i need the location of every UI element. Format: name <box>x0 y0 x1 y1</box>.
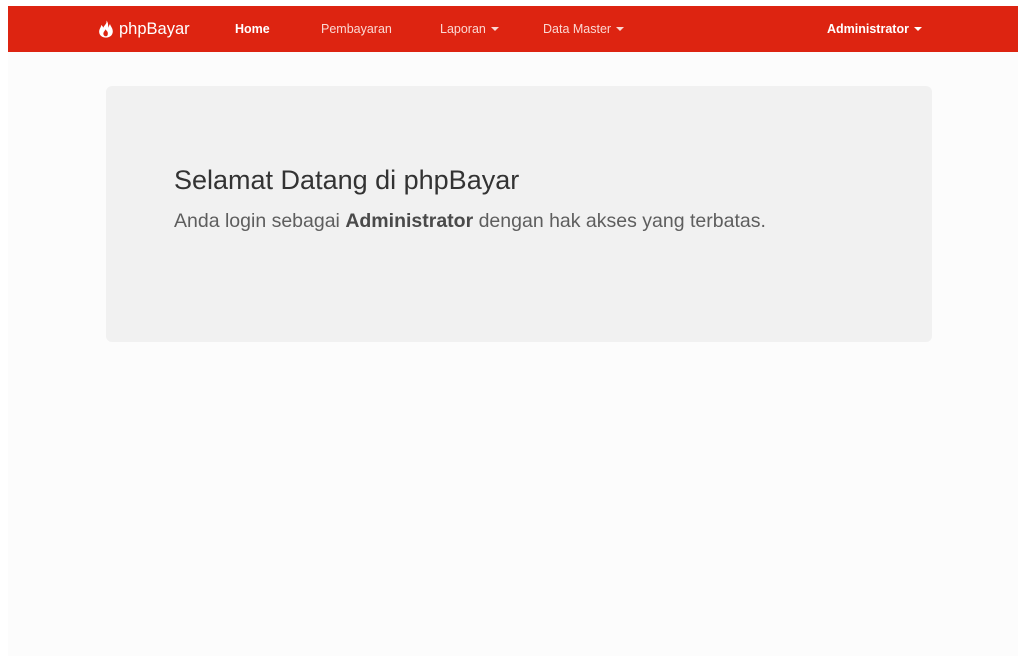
nav-laporan-label: Laporan <box>440 22 486 36</box>
caret-down-icon <box>913 27 922 31</box>
fire-icon <box>98 20 114 38</box>
welcome-message-prefix: Anda login sebagai <box>174 210 346 232</box>
app-frame: phpBayar Home Pembayaran Laporan Data Ma… <box>8 6 1018 656</box>
navbar: phpBayar Home Pembayaran Laporan Data Ma… <box>8 6 1018 52</box>
user-menu-dropdown[interactable]: Administrator <box>827 6 922 52</box>
caret-down-icon <box>490 27 499 31</box>
welcome-message: Anda login sebagai Administrator dengan … <box>174 207 814 236</box>
brand-link[interactable]: phpBayar <box>98 6 190 52</box>
welcome-title: Selamat Datang di phpBayar <box>174 165 520 195</box>
nav-data-master-dropdown[interactable]: Data Master <box>543 6 625 52</box>
user-menu-label: Administrator <box>827 22 909 36</box>
nav-pembayaran-label: Pembayaran <box>321 22 392 36</box>
nav-data-master-label: Data Master <box>543 22 612 36</box>
caret-down-icon <box>616 27 625 31</box>
welcome-jumbotron: Selamat Datang di phpBayar Anda login se… <box>106 86 932 342</box>
nav-home[interactable]: Home <box>235 6 270 52</box>
brand-name: phpBayar <box>119 19 190 38</box>
nav-laporan-dropdown[interactable]: Laporan <box>440 6 499 52</box>
nav-pembayaran[interactable]: Pembayaran <box>321 6 392 52</box>
welcome-message-suffix: dengan hak akses yang terbatas. <box>473 210 766 232</box>
nav-home-label: Home <box>235 22 270 36</box>
user-role: Administrator <box>345 210 474 232</box>
